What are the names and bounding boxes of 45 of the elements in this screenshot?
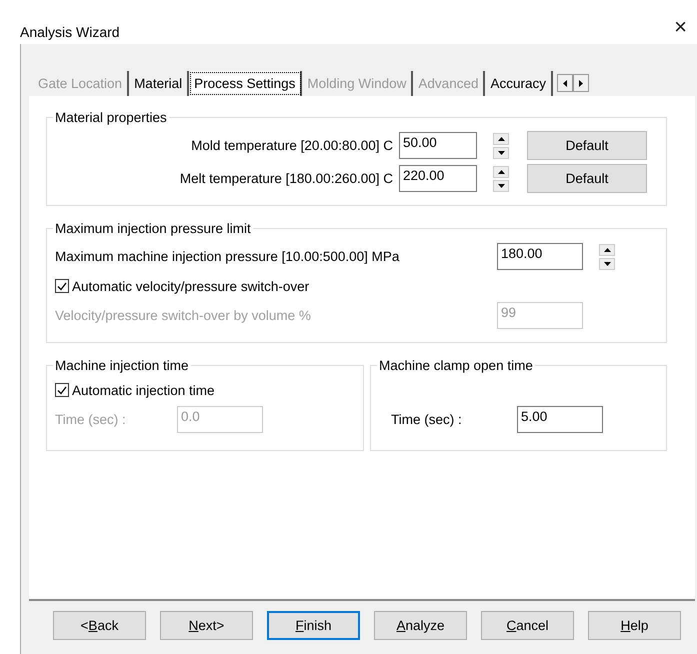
down-arrow-icon: [604, 262, 610, 266]
spin-up-button[interactable]: [599, 244, 615, 256]
field-label: Melt temperature [180.00:260.00] C: [180, 171, 393, 186]
scroll-right-button[interactable]: [573, 74, 589, 92]
field-label: Mold temperature [20.00:80.00] C: [191, 138, 393, 153]
right-arrow-icon: [579, 80, 583, 86]
checkbox-label: Automatic velocity/pressure switch-over: [72, 278, 310, 294]
input-field[interactable]: 50.00: [399, 132, 477, 159]
checkbox[interactable]: [55, 279, 69, 293]
default-button[interactable]: Default: [527, 164, 647, 193]
default-button[interactable]: Default: [527, 131, 647, 160]
group-title: Machine clamp open time: [378, 358, 534, 373]
group-title: Machine injection time: [54, 358, 190, 373]
field-label: Maximum machine injection pressure [10.00:500.00] MPa: [55, 249, 400, 264]
up-arrow-icon: [498, 136, 504, 140]
tab[interactable]: Process Settings: [189, 71, 302, 96]
up-arrow-icon: [498, 170, 504, 174]
checkbox[interactable]: [55, 383, 69, 397]
input-field[interactable]: 5.00: [517, 406, 603, 433]
dialog-button[interactable]: <Back: [53, 611, 146, 640]
dialog-button[interactable]: Analyze: [374, 611, 467, 640]
dialog-button[interactable]: Cancel: [481, 611, 574, 640]
field-label: Velocity/pressure switch-over by volume %: [55, 308, 312, 323]
up-arrow-icon: [604, 248, 610, 252]
dialog-button[interactable]: Next>: [160, 611, 253, 640]
scroll-left-button[interactable]: [557, 74, 573, 92]
input-field[interactable]: 180.00: [497, 243, 583, 270]
spin-down-button[interactable]: [493, 180, 509, 192]
dialog-button[interactable]: Help: [588, 611, 681, 640]
down-arrow-icon: [498, 184, 504, 188]
spin-up-button[interactable]: [493, 166, 509, 178]
dialog-button[interactable]: Finish: [267, 611, 360, 640]
input-field[interactable]: 220.00: [399, 165, 477, 192]
down-arrow-icon: [498, 150, 504, 154]
group-title: Maximum injection pressure limit: [54, 221, 252, 236]
field-label: Time (sec) :: [391, 412, 463, 427]
left-arrow-icon: [563, 80, 567, 86]
window-title: Analysis Wizard: [20, 24, 120, 40]
close-button[interactable]: ×: [670, 14, 691, 40]
group-title: Material properties: [54, 110, 168, 125]
spin-up-button[interactable]: [493, 132, 509, 144]
field-label: Time (sec) :: [55, 412, 127, 427]
checkbox-label: Automatic injection time: [72, 382, 215, 398]
spin-down-button[interactable]: [493, 146, 509, 158]
spin-down-button[interactable]: [599, 258, 615, 270]
